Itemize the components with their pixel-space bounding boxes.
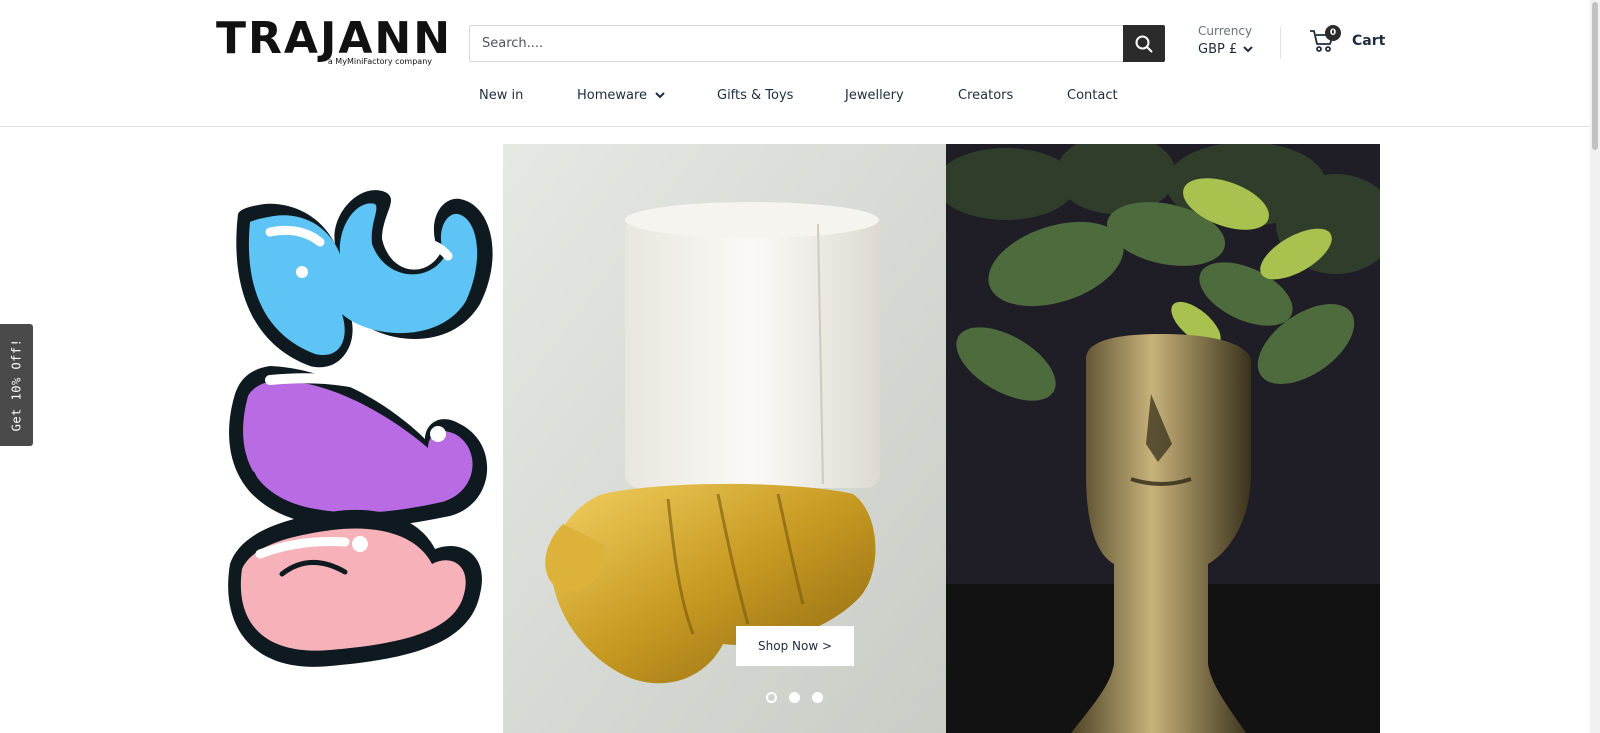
nav-item-jewellery[interactable]: Jewellery: [845, 88, 904, 103]
shop-now-button[interactable]: Shop Now >: [736, 626, 854, 666]
cart-icon: 0: [1309, 25, 1341, 54]
page: TRAJANN a MyMiniFactory company Currency…: [0, 0, 1600, 733]
nav-item-label: Homeware: [577, 88, 648, 103]
hero-panel-graffiti: [210, 144, 503, 733]
nav-item-label: Jewellery: [845, 88, 904, 103]
head-planter-image: [946, 144, 1380, 733]
carousel-dot-3[interactable]: [812, 692, 823, 703]
search-icon: [1135, 35, 1153, 52]
nav-item-contact[interactable]: Contact: [1067, 88, 1118, 103]
hero-panel-head-planter: [946, 144, 1380, 733]
chevron-down-icon: [1243, 46, 1253, 53]
currency-dropdown[interactable]: GBP £: [1198, 42, 1253, 57]
nav-item-homeware[interactable]: Homeware: [577, 88, 665, 103]
carousel-dot-2[interactable]: [789, 692, 800, 703]
carousel-dots: [766, 692, 823, 703]
scrollbar-thumb[interactable]: [1592, 2, 1598, 150]
nav-item-label: Gifts & Toys: [717, 88, 794, 103]
search-input[interactable]: [470, 26, 1124, 61]
nav-item-label: Creators: [958, 88, 1014, 103]
page-scrollbar[interactable]: [1590, 0, 1600, 733]
discount-side-tab-label: Get 10% Off!: [9, 338, 24, 432]
nav-item-gifts-toys[interactable]: Gifts & Toys: [717, 88, 793, 103]
site-header: TRAJANN a MyMiniFactory company Currency…: [0, 0, 1590, 127]
chevron-down-icon: [655, 92, 665, 99]
currency-value: GBP £: [1198, 42, 1238, 57]
search-bar: [469, 25, 1165, 62]
currency-selector[interactable]: Currency GBP £: [1198, 24, 1253, 57]
nav-item-label: New in: [479, 88, 524, 103]
header-divider: [1280, 27, 1281, 59]
nav-item-creators[interactable]: Creators: [958, 88, 1013, 103]
logo[interactable]: TRAJANN a MyMiniFactory company: [216, 14, 450, 70]
discount-side-tab[interactable]: Get 10% Off!: [0, 324, 33, 446]
hero-panel-toilet-roll-holder: [503, 144, 946, 733]
nav-item-new-in[interactable]: New in: [479, 88, 523, 103]
nav-item-label: Contact: [1067, 88, 1118, 103]
cart-count-badge: 0: [1325, 25, 1341, 41]
search-button[interactable]: [1123, 25, 1165, 62]
carousel-dot-1[interactable]: [766, 692, 777, 703]
logo-tagline: a MyMiniFactory company: [327, 57, 432, 66]
cart-button[interactable]: 0 Cart: [1309, 25, 1386, 54]
main-nav: New in Homeware Gifts & Toys Jewellery C…: [0, 88, 1590, 110]
cart-label: Cart: [1352, 33, 1386, 49]
currency-label: Currency: [1198, 24, 1253, 38]
graffiti-art-image: [228, 190, 493, 667]
gold-hand-toilet-roll-image: [503, 144, 946, 733]
